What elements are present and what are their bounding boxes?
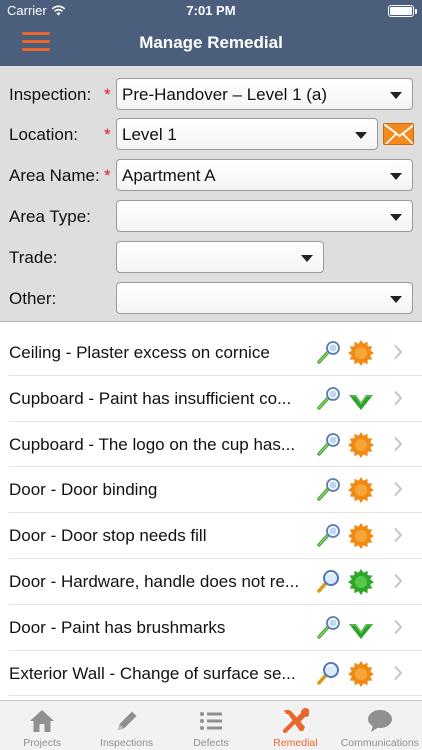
status-time: 7:01 PM (186, 3, 236, 18)
required-marker: * (104, 125, 111, 144)
list-item[interactable]: Cupboard - Paint has insufficient co... (9, 376, 422, 422)
page-title: Manage Remedial (139, 33, 283, 52)
tab-label: Communications (340, 737, 419, 749)
orange-burst-icon (347, 522, 375, 550)
other-row: Other: (0, 282, 422, 316)
location-value: Level 1 (122, 125, 177, 144)
magnifier-icon[interactable] (315, 569, 341, 595)
orange-burst-icon (347, 476, 375, 504)
wand-icon[interactable] (315, 615, 341, 641)
trade-select[interactable] (116, 241, 324, 273)
remedial-title: Cupboard - The logo on the cup has... (9, 434, 296, 454)
list-item[interactable]: Door - Paint has brushmarks (9, 605, 422, 651)
area-name-row: Area Name: * Apartment A (0, 159, 422, 193)
list-item[interactable]: Door - Door binding (9, 467, 422, 514)
remedial-title: Door - Door binding (9, 480, 158, 500)
dropdown-caret-icon (390, 173, 402, 180)
battery-icon (388, 5, 417, 17)
chevron-right-icon (393, 527, 403, 543)
green-burst-icon (347, 568, 375, 596)
remedial-title: Door - Hardware, handle does not re... (9, 571, 300, 591)
tab-label: Inspections (100, 737, 154, 749)
chevron-right-icon (393, 436, 403, 452)
required-marker: * (104, 85, 111, 104)
chevron-right-icon (393, 573, 403, 589)
inspection-row: Inspection: * Pre-Handover – Level 1 (a) (0, 78, 422, 112)
dropdown-caret-icon (390, 296, 402, 303)
tab-label: Projects (23, 737, 62, 749)
location-select[interactable]: Level 1 (116, 118, 378, 150)
list-item[interactable]: Door - Door stop needs fill (9, 513, 422, 559)
remedial-list: Ceiling - Plaster excess on cornice Cupbo… (0, 330, 422, 699)
chevron-right-icon (393, 665, 403, 681)
inspection-label: Inspection: (9, 85, 92, 104)
tab-defects[interactable]: Defects (169, 701, 253, 750)
green-check-icon (347, 614, 375, 642)
dropdown-caret-icon (301, 255, 313, 262)
dropdown-caret-icon (355, 132, 367, 139)
list-item[interactable]: Exterior Wall - Change of surface se... (9, 651, 422, 697)
remedial-title: Ceiling - Plaster excess on cornice (9, 343, 270, 362)
filter-panel: Inspection: * Pre-Handover – Level 1 (a)… (0, 66, 422, 322)
remedial-title: Door - Paint has brushmarks (9, 617, 226, 637)
other-select[interactable] (116, 282, 413, 314)
tab-projects[interactable]: Projects (0, 701, 84, 750)
tab-remedial[interactable]: Remedial (253, 701, 337, 750)
wand-icon[interactable] (315, 523, 341, 549)
dropdown-caret-icon (390, 92, 402, 99)
area-name-select[interactable]: Apartment A (116, 159, 413, 191)
tab-label: Defects (193, 737, 229, 749)
trade-label: Trade: (9, 248, 58, 267)
tab-communications[interactable]: Communications (338, 701, 422, 750)
remedial-title: Door - Door stop needs fill (9, 526, 207, 546)
magnifier-icon[interactable] (315, 661, 341, 687)
email-icon[interactable] (383, 123, 414, 145)
wand-icon[interactable] (315, 477, 341, 503)
inspection-value: Pre-Handover – Level 1 (a) (122, 85, 328, 104)
area-name-label: Area Name: (9, 166, 100, 185)
wand-icon[interactable] (315, 432, 341, 458)
orange-burst-icon (347, 660, 375, 688)
remedial-title: Cupboard - Paint has insufficient co... (9, 388, 292, 408)
list-item[interactable]: Door - Hardware, handle does not re... (9, 559, 422, 605)
tab-label: Remedial (273, 737, 318, 749)
chevron-right-icon (393, 390, 403, 406)
list-item[interactable]: Cupboard - The logo on the cup has... (9, 422, 422, 468)
wand-icon[interactable] (315, 340, 341, 366)
tab-inspections[interactable]: Inspections (84, 701, 168, 750)
area-type-select[interactable] (116, 200, 413, 232)
dropdown-caret-icon (390, 214, 402, 221)
area-type-label: Area Type: (9, 207, 91, 226)
location-label: Location: (9, 125, 78, 144)
other-label: Other: (9, 289, 57, 308)
inspection-select[interactable]: Pre-Handover – Level 1 (a) (116, 78, 413, 110)
remedial-title: Exterior Wall - Change of surface se... (9, 663, 296, 683)
list-item[interactable]: Ceiling - Plaster excess on cornice (9, 330, 422, 376)
trade-row: Trade: (0, 241, 422, 275)
required-marker: * (104, 166, 111, 185)
chevron-right-icon (393, 344, 403, 360)
green-check-icon (347, 385, 375, 413)
status-bar: Carrier 7:01 PM (0, 0, 422, 22)
area-type-row: Area Type: (0, 200, 422, 234)
location-row: Location: * Level 1 (0, 118, 422, 152)
chevron-right-icon (393, 481, 403, 497)
orange-burst-icon (347, 339, 375, 367)
area-name-value: Apartment A (122, 166, 216, 185)
wand-icon[interactable] (315, 386, 341, 412)
navigation-bar: Carrier 7:01 PM Manage Remedial (0, 0, 422, 66)
orange-burst-icon (347, 431, 375, 459)
chevron-right-icon (393, 619, 403, 635)
tab-bar: Projects Inspections Defects Remedial Commun… (0, 700, 422, 750)
